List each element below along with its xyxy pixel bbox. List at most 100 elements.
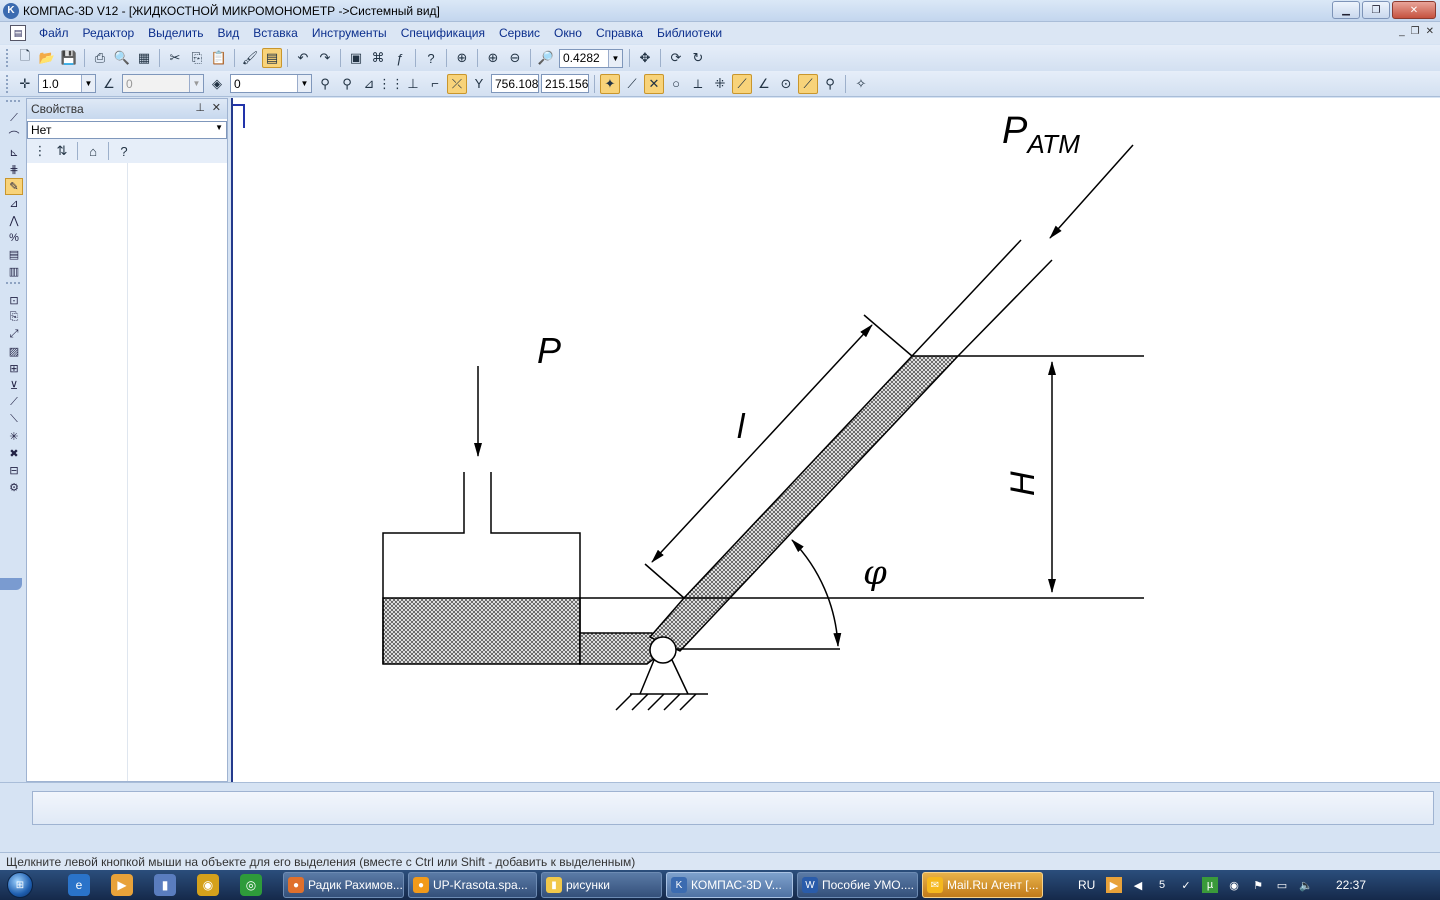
tool-view-icon[interactable]: ⊡ — [5, 292, 23, 309]
start-button[interactable]: ⊞ — [0, 870, 40, 900]
cursor-step-icon[interactable]: ✛ — [15, 74, 35, 94]
task-item[interactable]: ✉ Mail.Ru Агент [... — [922, 872, 1043, 898]
variables-icon[interactable]: ƒ — [390, 48, 410, 68]
toolbar-grip[interactable] — [6, 49, 10, 67]
task-item[interactable]: ● Радик Рахимов... — [283, 872, 404, 898]
snap-normal-icon[interactable]: ⟂ — [688, 74, 708, 94]
snap-tangent-icon[interactable]: ○ — [666, 74, 686, 94]
snap-center-icon[interactable]: ⊙ — [776, 74, 796, 94]
speaker-mute-icon[interactable]: ◀ — [1130, 877, 1146, 893]
snap-endpoint-icon[interactable]: ⟋ — [622, 74, 642, 94]
tool-hatch-icon[interactable]: ▨ — [5, 343, 23, 360]
copy-icon[interactable]: ⎘ — [187, 48, 207, 68]
grid-icon[interactable]: ⋮⋮ — [378, 74, 404, 94]
chrome-icon[interactable]: ◎ — [240, 874, 262, 896]
doc-close-button[interactable]: ✕ — [1426, 26, 1434, 37]
select-icon[interactable]: ⋀ — [5, 212, 23, 229]
zoom-in-icon[interactable]: ⊕ — [483, 48, 503, 68]
utorrent-icon[interactable]: µ — [1202, 877, 1218, 893]
media-player-icon[interactable]: ▶ — [111, 874, 133, 896]
doc-restore-button[interactable]: ❐ — [1411, 26, 1420, 37]
drawing-canvas[interactable]: PАТМ P l H φ — [231, 98, 1440, 782]
opera-icon[interactable]: ◉ — [197, 874, 219, 896]
task-item[interactable]: K КОМПАС-3D V... — [666, 872, 793, 898]
spec-icon[interactable]: ▤ — [5, 246, 23, 263]
menu-window[interactable]: Окно — [547, 26, 589, 40]
ortho-mode-icon[interactable]: ⌐ — [425, 74, 445, 94]
save-icon[interactable]: 💾 — [59, 48, 79, 68]
snap-nearest-icon[interactable]: ✦ — [600, 73, 620, 94]
tool-delete-icon[interactable]: ✖ — [5, 445, 23, 462]
menu-tools[interactable]: Инструменты — [305, 26, 394, 40]
snap-more-icon[interactable]: ✧ — [851, 74, 871, 94]
properties-filter-select[interactable]: Нет ▼ — [27, 121, 227, 139]
restore-button[interactable]: ❐ — [1362, 1, 1390, 19]
close-button[interactable]: ✕ — [1392, 1, 1436, 19]
menu-insert[interactable]: Вставка — [246, 26, 305, 40]
help-pointer-icon[interactable]: ? — [421, 48, 441, 68]
chevron-down-icon[interactable]: ▼ — [608, 49, 622, 67]
ortho-icon[interactable]: ⊿ — [359, 74, 379, 94]
zoom-window-icon[interactable]: ⊕ — [452, 48, 472, 68]
clock[interactable]: 22:37 — [1336, 878, 1366, 892]
chevron-down-icon[interactable]: ▼ — [297, 75, 311, 92]
dimensions-icon[interactable]: ⌒ — [5, 127, 23, 144]
snap-grid-icon[interactable]: ⁜ — [710, 74, 730, 94]
tree-icon[interactable]: ⌘ — [368, 48, 388, 68]
associative-views-icon[interactable]: % — [5, 229, 23, 246]
magnet-2-icon[interactable]: ⚲ — [337, 74, 357, 94]
new-document-icon[interactable]: 🗋 — [15, 48, 35, 68]
coord-x-field[interactable]: 756.108 — [491, 74, 539, 93]
tool-trim-icon[interactable]: ⟍ — [5, 411, 23, 428]
snap-point-icon[interactable]: ⟋ — [798, 73, 818, 94]
tool-group-icon[interactable]: ⊞ — [5, 360, 23, 377]
layer-icon[interactable]: ◈ — [207, 74, 227, 94]
app-tray-icon[interactable]: 5 — [1154, 877, 1170, 893]
disk-icon[interactable]: ▮ — [154, 874, 176, 896]
tool-break-icon[interactable]: ✳ — [5, 428, 23, 445]
chevron-down-icon[interactable]: ▼ — [215, 123, 223, 132]
task-item[interactable]: W Пособие УМО.... — [797, 872, 918, 898]
pin-icon[interactable]: ⊥ — [195, 101, 205, 114]
tool-stamp-icon[interactable]: ⊻ — [5, 377, 23, 394]
opera-tray-icon[interactable]: ◉ — [1226, 877, 1242, 893]
measure-icon[interactable]: ⊿ — [5, 195, 23, 212]
display-icon[interactable]: ▭ — [1274, 877, 1290, 893]
chevron-down-icon[interactable]: ▼ — [189, 75, 203, 92]
menu-file[interactable]: Файл — [32, 26, 76, 40]
menu-service[interactable]: Сервис — [492, 26, 547, 40]
layer-combo[interactable]: 0 ▼ — [230, 74, 312, 93]
zoom-out-icon[interactable]: ⊖ — [505, 48, 525, 68]
media-icon[interactable]: ▶ — [1106, 877, 1122, 893]
toolbar-grip[interactable] — [6, 74, 10, 93]
zoom-combo[interactable]: 0.4282 ▼ — [559, 48, 623, 68]
tool-scale-icon[interactable]: ⤢ — [5, 326, 23, 343]
doc-minimize-button[interactable]: _ — [1399, 26, 1405, 37]
minimize-button[interactable]: ▁ — [1332, 1, 1360, 19]
help-icon[interactable]: ? — [114, 141, 134, 161]
parametrization-icon[interactable]: ✎ — [5, 178, 23, 195]
designations-icon[interactable]: ⊾ — [5, 144, 23, 161]
menu-libraries[interactable]: Библиотеки — [650, 26, 729, 40]
cut-icon[interactable]: ✂ — [165, 48, 185, 68]
reports-icon[interactable]: ▥ — [5, 263, 23, 280]
properties-icon[interactable]: ▤ — [262, 48, 282, 68]
redo-icon[interactable]: ↷ — [315, 48, 335, 68]
task-item[interactable]: ● UP-Krasota.spa... — [408, 872, 537, 898]
tool-pattern-icon[interactable]: ⚙ — [5, 479, 23, 496]
manager-icon[interactable]: ▣ — [346, 48, 366, 68]
print-preview-icon[interactable]: 🔍 — [112, 48, 132, 68]
menu-select[interactable]: Выделить — [141, 26, 210, 40]
action-center-icon[interactable]: ⚑ — [1250, 877, 1266, 893]
sort-az-icon[interactable]: ⇅ — [52, 141, 72, 161]
undo-icon[interactable]: ↶ — [293, 48, 313, 68]
network-tray-icon[interactable]: ✓ — [1178, 877, 1194, 893]
snap-icon[interactable]: ⤫ — [447, 73, 467, 94]
panel-expand-tab[interactable] — [0, 578, 22, 590]
snap-angle-icon[interactable]: ∠ — [754, 74, 774, 94]
format-brush-icon[interactable]: 🖌 — [240, 48, 260, 68]
task-item[interactable]: ▮ рисунки — [541, 872, 662, 898]
coord-y-field[interactable]: 215.156 — [541, 74, 589, 93]
menu-edit[interactable]: Редактор — [76, 26, 142, 40]
paste-icon[interactable]: 📋 — [209, 48, 229, 68]
